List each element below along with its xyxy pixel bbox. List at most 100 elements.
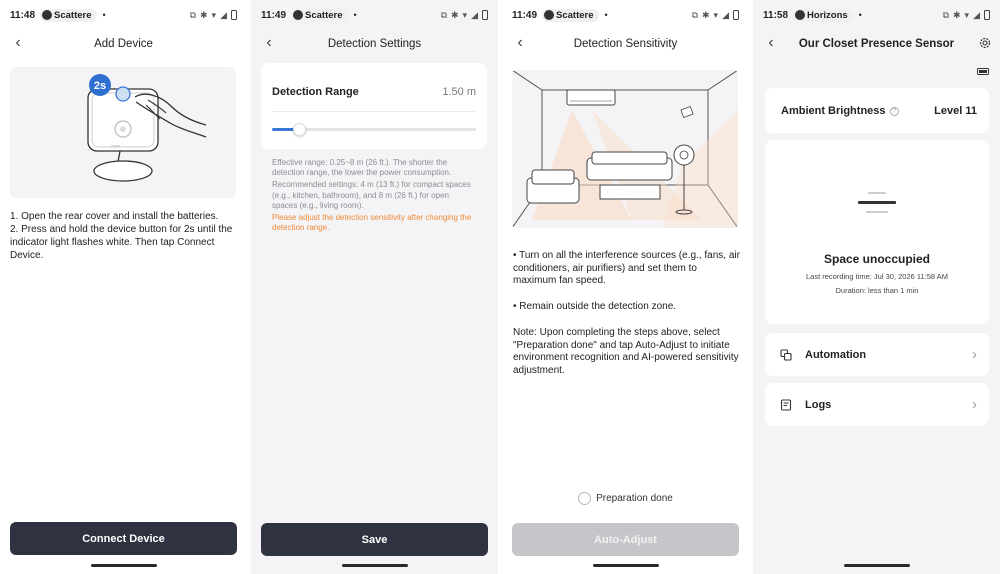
occupancy-status-card: Space unoccupied Last recording time: Ju… [765, 140, 989, 324]
instructions-text: • Turn on all the interference sources (… [513, 250, 741, 391]
status-time: 11:48 [10, 9, 36, 21]
divider [272, 111, 476, 112]
app-icon [795, 10, 806, 20]
status-bullet: • [604, 10, 608, 20]
home-indicator[interactable] [843, 564, 910, 567]
ambient-brightness-value: Level 11 [934, 105, 977, 117]
nfc-icon: ⧉ [440, 9, 447, 20]
app-icon [42, 10, 53, 20]
ambient-brightness-text: Ambient Brightness [781, 105, 886, 117]
battery-icon [984, 10, 990, 20]
occupancy-state-icon [858, 192, 896, 217]
signal-icon: ◢ [471, 9, 478, 20]
slider-thumb[interactable] [293, 123, 306, 136]
last-recording-time: Last recording time: Jul 30, 2026 11:58 … [805, 272, 949, 281]
nfc-icon: ⧉ [189, 9, 196, 20]
status-time: 11:49 [512, 9, 538, 21]
automation-label: Automation [805, 348, 867, 361]
logs-label: Logs [805, 398, 832, 411]
detection-range-card: Detection Range 1.50 m [261, 63, 487, 149]
device-illustration: aqara 2s [10, 67, 236, 198]
detection-settings-screen: 11:49 Scattere • ⧉ ✱ ▾ ◢ ‹ Detection Settin… [251, 0, 498, 574]
effective-range-note: Effective range: 0.25~8 m (26 ft.). The … [272, 158, 452, 178]
logs-icon [780, 398, 792, 411]
detection-range-slider[interactable] [272, 123, 476, 136]
connect-device-button[interactable]: Connect Device [10, 522, 237, 555]
back-icon[interactable]: ‹ [261, 34, 277, 51]
app-icon [293, 10, 304, 20]
device-battery-icon [977, 68, 989, 75]
system-icons: ⧉ ✱ ▾ ◢ [943, 10, 990, 21]
auto-adjust-note: Note: Upon completing the steps above, s… [513, 326, 739, 376]
preparation-done-option[interactable]: Preparation done [502, 492, 749, 505]
nav-bar: ‹ Add Device [0, 30, 247, 58]
sensitivity-warning: Please adjust the detection sensitivity … [272, 213, 472, 233]
auto-adjust-button[interactable]: Auto-Adjust [512, 523, 739, 556]
home-indicator[interactable] [90, 564, 157, 567]
wifi-icon: ▾ [462, 9, 468, 20]
status-bar: 11:48 Scattere • ⧉ ✱ ▾ ◢ [0, 0, 247, 30]
detection-notes: Effective range: 0.25~8 m (26 ft.). The … [272, 158, 472, 235]
ambient-brightness-label: Ambient Brightness ? [781, 105, 899, 117]
occupancy-duration: Duration: less than 1 min [835, 286, 919, 295]
save-button[interactable]: Save [261, 523, 488, 556]
status-bullet: • [858, 10, 862, 20]
status-time: 11:58 [763, 9, 789, 21]
outside-zone-step: • Remain outside the detection zone. [513, 301, 677, 313]
back-icon[interactable]: ‹ [763, 34, 779, 51]
bluetooth-icon: ✱ [451, 9, 459, 20]
detection-sensitivity-screen: 11:49 Scattere • ⧉ ✱ ▾ ◢ ‹ Detection Sensit… [502, 0, 749, 574]
add-device-screen: 11:48 Scattere • ⧉ ✱ ▾ ◢ ‹ Add Device aqara… [0, 0, 247, 574]
recommended-settings-note: Recommended settings: 4 m (13 ft.) for c… [272, 180, 471, 210]
automation-icon [780, 348, 792, 361]
app-chip-label: Scattere [556, 9, 594, 21]
page-title: Detection Sensitivity [573, 38, 678, 50]
bluetooth-icon: ✱ [702, 9, 710, 20]
bluetooth-icon: ✱ [953, 9, 961, 20]
system-icons: ⧉ ✱ ▾ ◢ [441, 10, 488, 21]
chevron-right-icon: › [972, 396, 977, 413]
preparation-done-label: Preparation done [596, 493, 673, 504]
nfc-icon: ⧉ [942, 9, 949, 20]
ambient-brightness-card: Ambient Brightness ? Level 11 [765, 88, 989, 133]
logs-row[interactable]: Logs › [765, 383, 989, 426]
battery-icon [733, 10, 739, 20]
status-bar: 11:58 Horizons • ⧉ ✱ ▾ ◢ [753, 0, 1000, 30]
battery-icon [482, 10, 488, 20]
detection-range-value: 1.50 m [442, 86, 476, 98]
wifi-icon: ▾ [964, 9, 970, 20]
room-illustration [512, 70, 738, 228]
page-title: Our Closet Presence Sensor [798, 38, 955, 50]
back-icon[interactable]: ‹ [10, 34, 26, 51]
preparation-done-radio[interactable] [578, 492, 592, 505]
instruction-step-1: 1. Open the rear cover and install the b… [10, 211, 219, 222]
nfc-icon: ⧉ [691, 9, 698, 20]
signal-icon: ◢ [973, 9, 980, 20]
help-icon[interactable]: ? [889, 106, 899, 116]
status-bar: 11:49 Scattere • ⧉ ✱ ▾ ◢ [502, 0, 749, 30]
app-chip-label: Scattere [54, 9, 92, 21]
wifi-icon: ▾ [713, 9, 719, 20]
app-chip-label: Scattere [305, 9, 343, 21]
home-indicator[interactable] [341, 564, 408, 567]
presence-sensor-screen: 11:58 Horizons • ⧉ ✱ ▾ ◢ ‹ Our Closet Prese… [753, 0, 1000, 574]
status-time: 11:49 [261, 9, 287, 21]
status-bullet: • [102, 10, 106, 20]
system-icons: ⧉ ✱ ▾ ◢ [692, 10, 739, 21]
gear-icon[interactable] [978, 36, 992, 50]
signal-icon: ◢ [722, 9, 729, 20]
status-bullet: • [353, 10, 357, 20]
chevron-right-icon: › [972, 346, 977, 363]
instruction-step-2: 2. Press and hold the device button for … [10, 224, 233, 261]
battery-icon [231, 10, 237, 20]
nav-bar: ‹ Detection Settings [251, 30, 498, 58]
nav-bar: ‹ Our Closet Presence Sensor [753, 30, 1000, 58]
status-bar: 11:49 Scattere • ⧉ ✱ ▾ ◢ [251, 0, 498, 30]
back-icon[interactable]: ‹ [512, 34, 528, 51]
app-chip: Scattere [291, 8, 348, 22]
app-icon [544, 10, 555, 20]
home-indicator[interactable] [592, 564, 659, 567]
app-chip-label: Horizons [807, 9, 848, 21]
automation-row[interactable]: Automation › [765, 333, 989, 376]
page-title: Add Device [94, 38, 153, 50]
